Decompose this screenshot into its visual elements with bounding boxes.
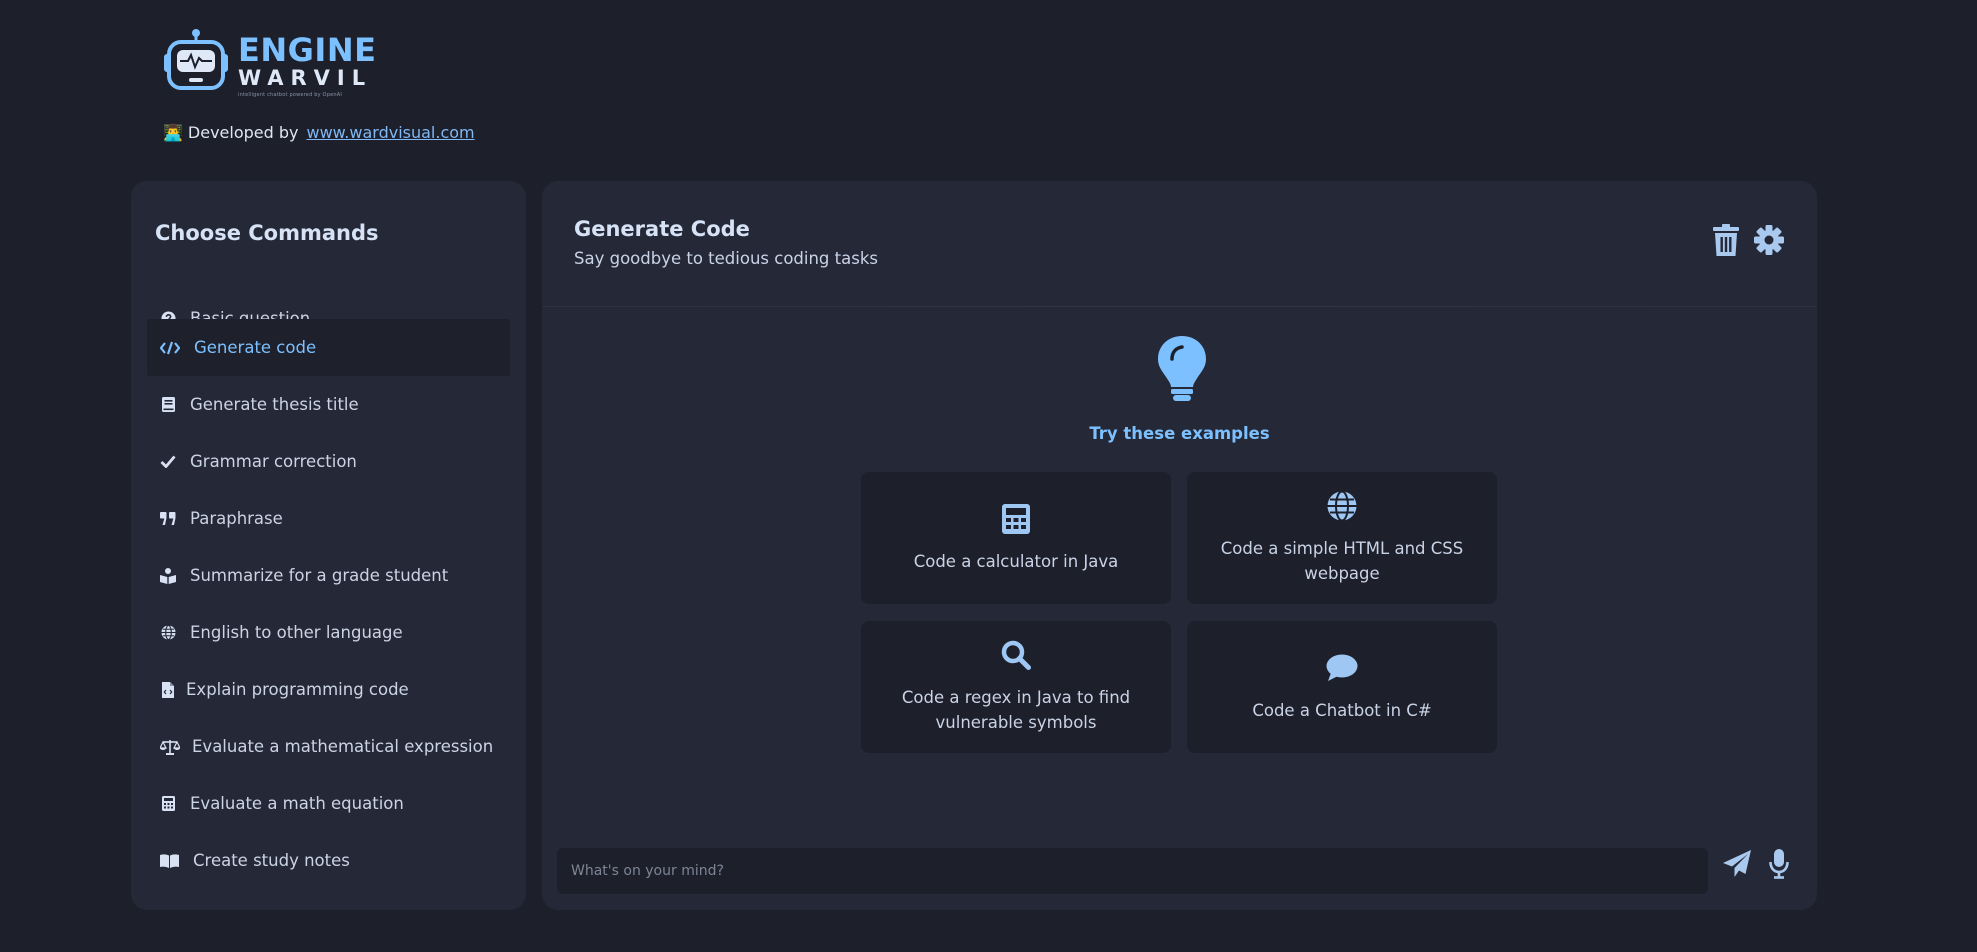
sidebar-item-label: Paraphrase	[190, 509, 283, 528]
gear-icon[interactable]	[1753, 223, 1785, 257]
commands-sidebar: Choose Commands Basic question Generate …	[131, 181, 526, 910]
brand-name-line2: WARVIL	[238, 66, 373, 90]
sidebar-item-explain-code[interactable]: Explain programming code	[147, 661, 510, 718]
check-icon	[160, 454, 176, 470]
calculator-icon	[160, 796, 176, 812]
book-reader-icon	[160, 567, 176, 584]
book-icon	[160, 397, 176, 413]
sidebar-item-label: Grammar correction	[190, 452, 357, 471]
calculator-icon	[1002, 503, 1030, 535]
trash-icon[interactable]	[1710, 223, 1742, 257]
message-input[interactable]	[557, 848, 1708, 894]
developer-credit: 👨‍💻 Developed by www.wardvisual.com	[163, 123, 475, 142]
example-card-calculator[interactable]: Code a calculator in Java	[861, 472, 1171, 604]
examples-heading: Try these examples	[1089, 424, 1270, 443]
example-label: Code a regex in Java to find vulnerable …	[901, 688, 1131, 732]
sidebar-item-evaluate-expression[interactable]: Evaluate a mathematical expression	[147, 718, 510, 775]
sidebar-item-label: Generate code	[194, 338, 317, 357]
code-icon	[160, 340, 180, 356]
comment-icon	[1326, 652, 1358, 684]
sidebar-item-label: Evaluate a mathematical expression	[192, 737, 494, 756]
sidebar-item-label: Evaluate a math equation	[190, 794, 404, 813]
sidebar-title: Choose Commands	[155, 221, 379, 245]
example-label: Code a calculator in Java	[913, 551, 1119, 571]
microphone-icon[interactable]	[1767, 847, 1791, 881]
developer-label: Developed by	[187, 123, 299, 142]
brand-logo: ENGINE WARVIL intelligent chatbot powere…	[162, 28, 376, 98]
sidebar-item-summarize[interactable]: Summarize for a grade student	[147, 547, 510, 604]
globe-icon	[160, 625, 176, 641]
balance-scale-icon	[160, 739, 180, 755]
robot-logo-icon	[164, 29, 228, 90]
search-icon	[1001, 639, 1031, 671]
example-label: Code a Chatbot in C#	[1252, 700, 1432, 720]
sidebar-item-paraphrase[interactable]: Paraphrase	[147, 490, 510, 547]
sidebar-item-label: Explain programming code	[186, 680, 409, 699]
sidebar-item-translate[interactable]: English to other language	[147, 604, 510, 661]
main-panel: Generate Code Say goodbye to tedious cod…	[542, 181, 1817, 910]
globe-icon	[1327, 490, 1357, 522]
example-card-chatbot[interactable]: Code a Chatbot in C#	[1187, 621, 1497, 753]
developer-emoji-icon: 👨‍💻	[163, 123, 183, 142]
sidebar-item-label: Generate thesis title	[190, 395, 359, 414]
example-card-regex[interactable]: Code a regex in Java to find vulnerable …	[861, 621, 1171, 753]
sidebar-item-study-notes[interactable]: Create study notes	[147, 832, 510, 889]
lightbulb-icon	[1158, 336, 1206, 401]
header-divider	[542, 306, 1817, 307]
sidebar-item-generate-thesis-title[interactable]: Generate thesis title	[147, 376, 510, 433]
sidebar-item-label: Summarize for a grade student	[190, 566, 449, 585]
brand-name-line1: ENGINE	[238, 31, 377, 69]
open-book-icon	[160, 853, 179, 869]
sidebar-item-label: English to other language	[190, 623, 403, 642]
example-card-webpage[interactable]: Code a simple HTML and CSS webpage	[1187, 472, 1497, 604]
page-title: Generate Code	[574, 217, 750, 241]
paper-plane-icon[interactable]	[1720, 847, 1754, 881]
example-label: Code a simple HTML and CSS webpage	[1220, 539, 1464, 583]
sidebar-item-label: Create study notes	[193, 851, 350, 870]
sidebar-item-evaluate-equation[interactable]: Evaluate a math equation	[147, 775, 510, 832]
quote-icon	[160, 511, 176, 527]
sidebar-item-generate-code[interactable]: Generate code	[147, 319, 510, 376]
file-code-icon	[160, 681, 176, 698]
developer-link[interactable]: www.wardvisual.com	[307, 123, 475, 142]
brand-tagline: intelligent chatbot powered by OpenAI	[238, 92, 343, 98]
sidebar-item-grammar-correction[interactable]: Grammar correction	[147, 433, 510, 490]
page-subtitle: Say goodbye to tedious coding tasks	[574, 249, 878, 268]
